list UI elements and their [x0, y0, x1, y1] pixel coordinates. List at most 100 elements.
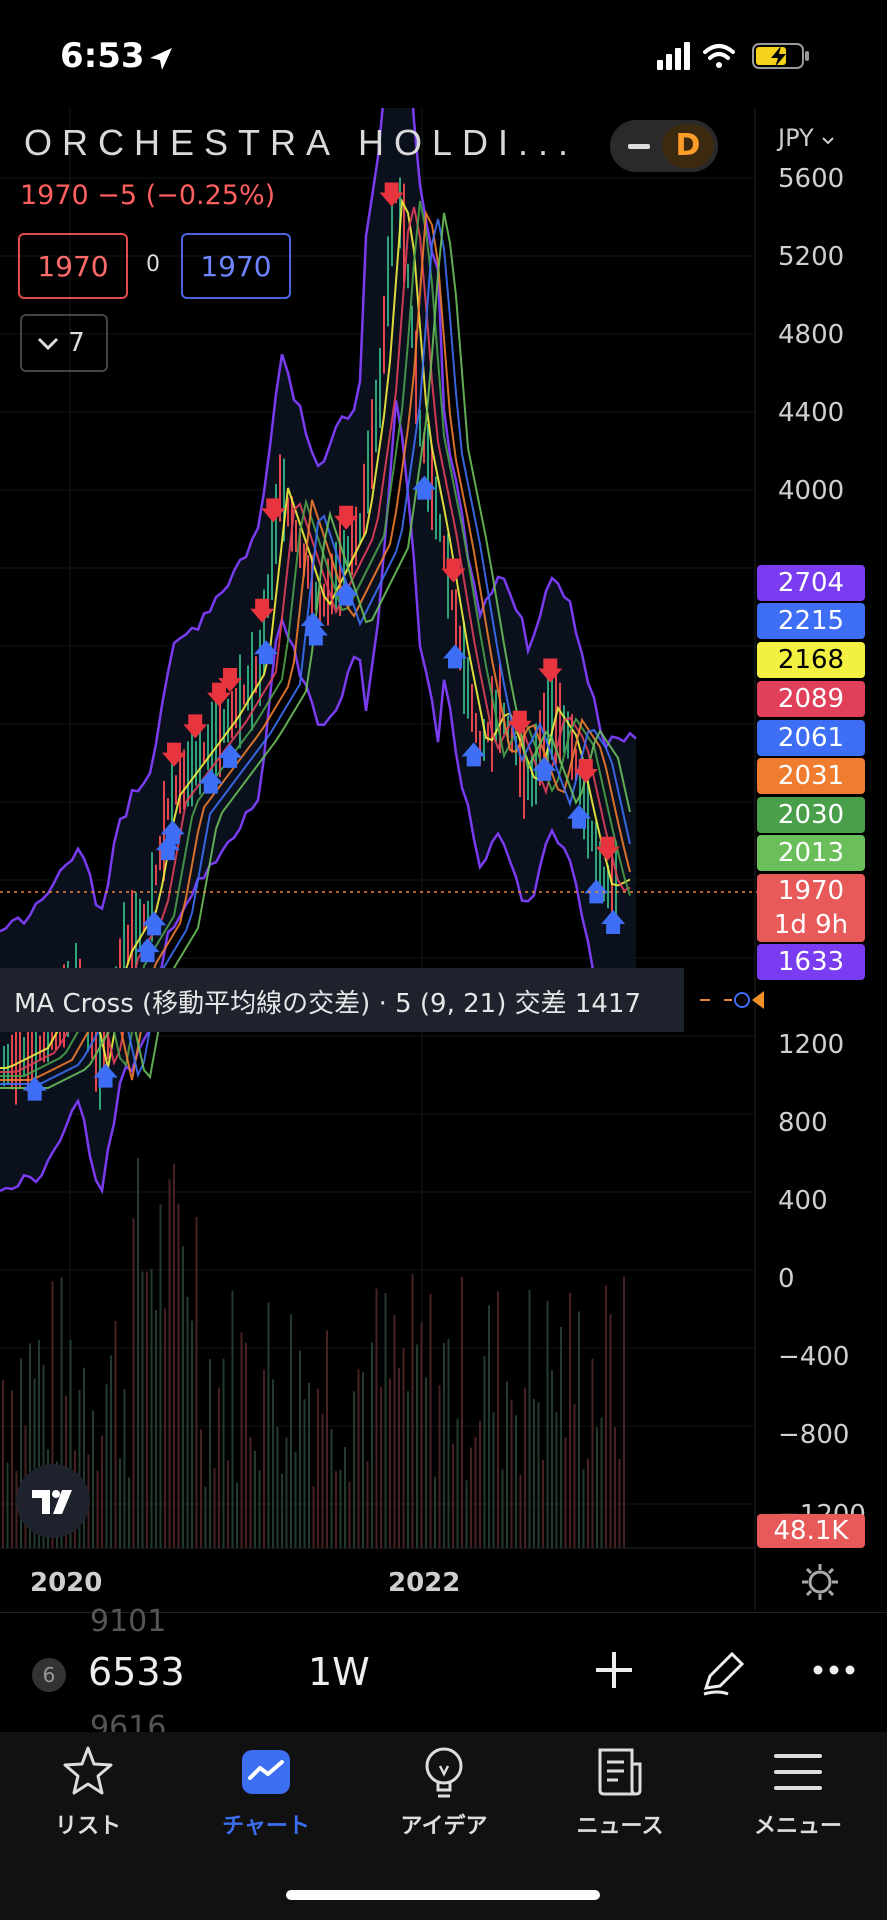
volume-bar — [569, 1292, 571, 1548]
y-tick-label: 400 — [778, 1186, 828, 1216]
volume-bar — [209, 1359, 211, 1548]
volume-bar — [105, 1384, 108, 1548]
volume-bar — [294, 1451, 297, 1548]
volume-bar — [267, 1302, 270, 1548]
tab-list[interactable]: リスト — [18, 1744, 158, 1840]
chart-area[interactable] — [0, 108, 887, 1610]
minus-icon — [628, 144, 650, 149]
volume-bar — [393, 1314, 396, 1548]
symbol-code[interactable]: 6533 — [88, 1650, 185, 1694]
volume-bar — [573, 1403, 576, 1548]
volume-bar — [285, 1437, 288, 1548]
volume-bar — [425, 1377, 427, 1548]
volume-bar — [281, 1473, 283, 1548]
volume-bar — [533, 1398, 535, 1548]
status-icons-svg — [657, 42, 809, 70]
symbol-title[interactable]: ORCHESTRA HOLDI... — [24, 122, 578, 164]
volume-bar — [488, 1305, 490, 1548]
volume-bar — [303, 1399, 306, 1548]
volume-bar — [515, 1415, 517, 1548]
lightbulb-icon — [425, 1747, 463, 1798]
volume-bar — [524, 1387, 526, 1548]
volume-bar — [159, 1204, 162, 1548]
volume-bar — [204, 1486, 207, 1548]
volume-bars — [2, 1157, 625, 1548]
volume-bar — [497, 1291, 499, 1548]
plus-icon[interactable] — [592, 1648, 636, 1692]
volume-bar — [177, 1203, 180, 1548]
currency-selector[interactable]: JPY — [778, 124, 835, 152]
volume-bar — [344, 1447, 346, 1548]
volume-bar — [375, 1288, 378, 1548]
sell-button[interactable]: 1970 — [18, 233, 128, 299]
scroll-ghost-symbol: 9101 — [90, 1604, 167, 1639]
volume-bar — [258, 1470, 261, 1548]
volume-bar — [551, 1369, 553, 1548]
status-icons — [657, 40, 847, 76]
volume-bar — [384, 1293, 387, 1548]
pencil-icon[interactable] — [698, 1648, 748, 1698]
volume-bar — [123, 1388, 126, 1548]
volume-bar — [542, 1460, 544, 1548]
volume-bar — [6, 1462, 9, 1548]
chart-icon — [242, 1750, 290, 1794]
indicator-handle-icon[interactable] — [690, 985, 770, 1015]
buy-button[interactable]: 1970 — [181, 233, 291, 299]
volume-bar — [236, 1482, 238, 1548]
y-tick-label: 4800 — [778, 320, 845, 350]
indicators-collapse-button[interactable]: 7 — [20, 314, 108, 372]
tradingview-logo[interactable] — [16, 1464, 90, 1538]
volume-bar — [506, 1381, 508, 1548]
x-label-2022: 2022 — [388, 1568, 461, 1598]
battery-icon — [752, 43, 809, 69]
volume-bar — [362, 1371, 364, 1548]
volume-bar — [623, 1276, 625, 1548]
volume-bar — [596, 1427, 598, 1548]
volume-bar — [245, 1342, 247, 1548]
tab-label: チャート — [222, 1814, 310, 1839]
price-tag: 2030 — [757, 797, 865, 833]
volume-bar — [249, 1437, 252, 1548]
price-chart[interactable] — [0, 108, 887, 1610]
volume-bar — [263, 1369, 265, 1548]
volume-bar — [186, 1296, 189, 1548]
tab-label: ニュース — [576, 1814, 664, 1839]
indicator-count: 7 — [68, 328, 85, 358]
status-bar: 6:53 — [0, 0, 887, 108]
volume-bar — [2, 1380, 4, 1548]
tab-menu[interactable]: メニュー — [728, 1744, 868, 1840]
volume-bar — [380, 1387, 382, 1548]
y-tick-label: 5200 — [778, 242, 845, 272]
volume-bar — [465, 1480, 468, 1548]
tab-news[interactable]: ニュース — [550, 1744, 690, 1840]
tab-label: リスト — [54, 1814, 121, 1839]
price-tag-countdown: 1d 9h — [773, 910, 849, 940]
tab-chart[interactable]: チャート — [196, 1744, 336, 1840]
price-change: 1970 −5 (−0.25%) — [20, 180, 276, 211]
timeframe-button[interactable]: 1W — [308, 1650, 370, 1694]
volume-bar — [519, 1474, 522, 1548]
volume-bar — [348, 1481, 351, 1548]
gear-icon[interactable] — [800, 1562, 840, 1602]
volume-bar — [240, 1332, 243, 1548]
volume-bar — [200, 1429, 202, 1548]
volume-bar — [276, 1426, 279, 1548]
interval-toggle[interactable]: D — [610, 120, 718, 172]
more-icon[interactable] — [812, 1660, 856, 1680]
volume-bar — [168, 1179, 171, 1548]
indicator-legend[interactable]: MA Cross (移動平均線の交差) · 5 (9, 21) 交差 1417 — [0, 968, 684, 1032]
volume-bar — [501, 1469, 504, 1548]
price-tag: 2061 — [757, 720, 865, 756]
volume-bar — [398, 1368, 400, 1548]
chevron-down-icon — [37, 337, 59, 350]
home-indicator — [286, 1890, 600, 1900]
price-tag: 2089 — [757, 681, 865, 717]
volume-bar — [528, 1289, 531, 1548]
volume-bar — [474, 1436, 477, 1548]
y-tick-label: 0 — [778, 1264, 795, 1294]
tab-ideas[interactable]: アイデア — [374, 1744, 514, 1840]
y-tick-label: −400 — [778, 1342, 850, 1372]
volume-bar — [339, 1469, 342, 1548]
price-tag: 2168 — [757, 642, 865, 678]
menu-icon — [774, 1754, 822, 1790]
